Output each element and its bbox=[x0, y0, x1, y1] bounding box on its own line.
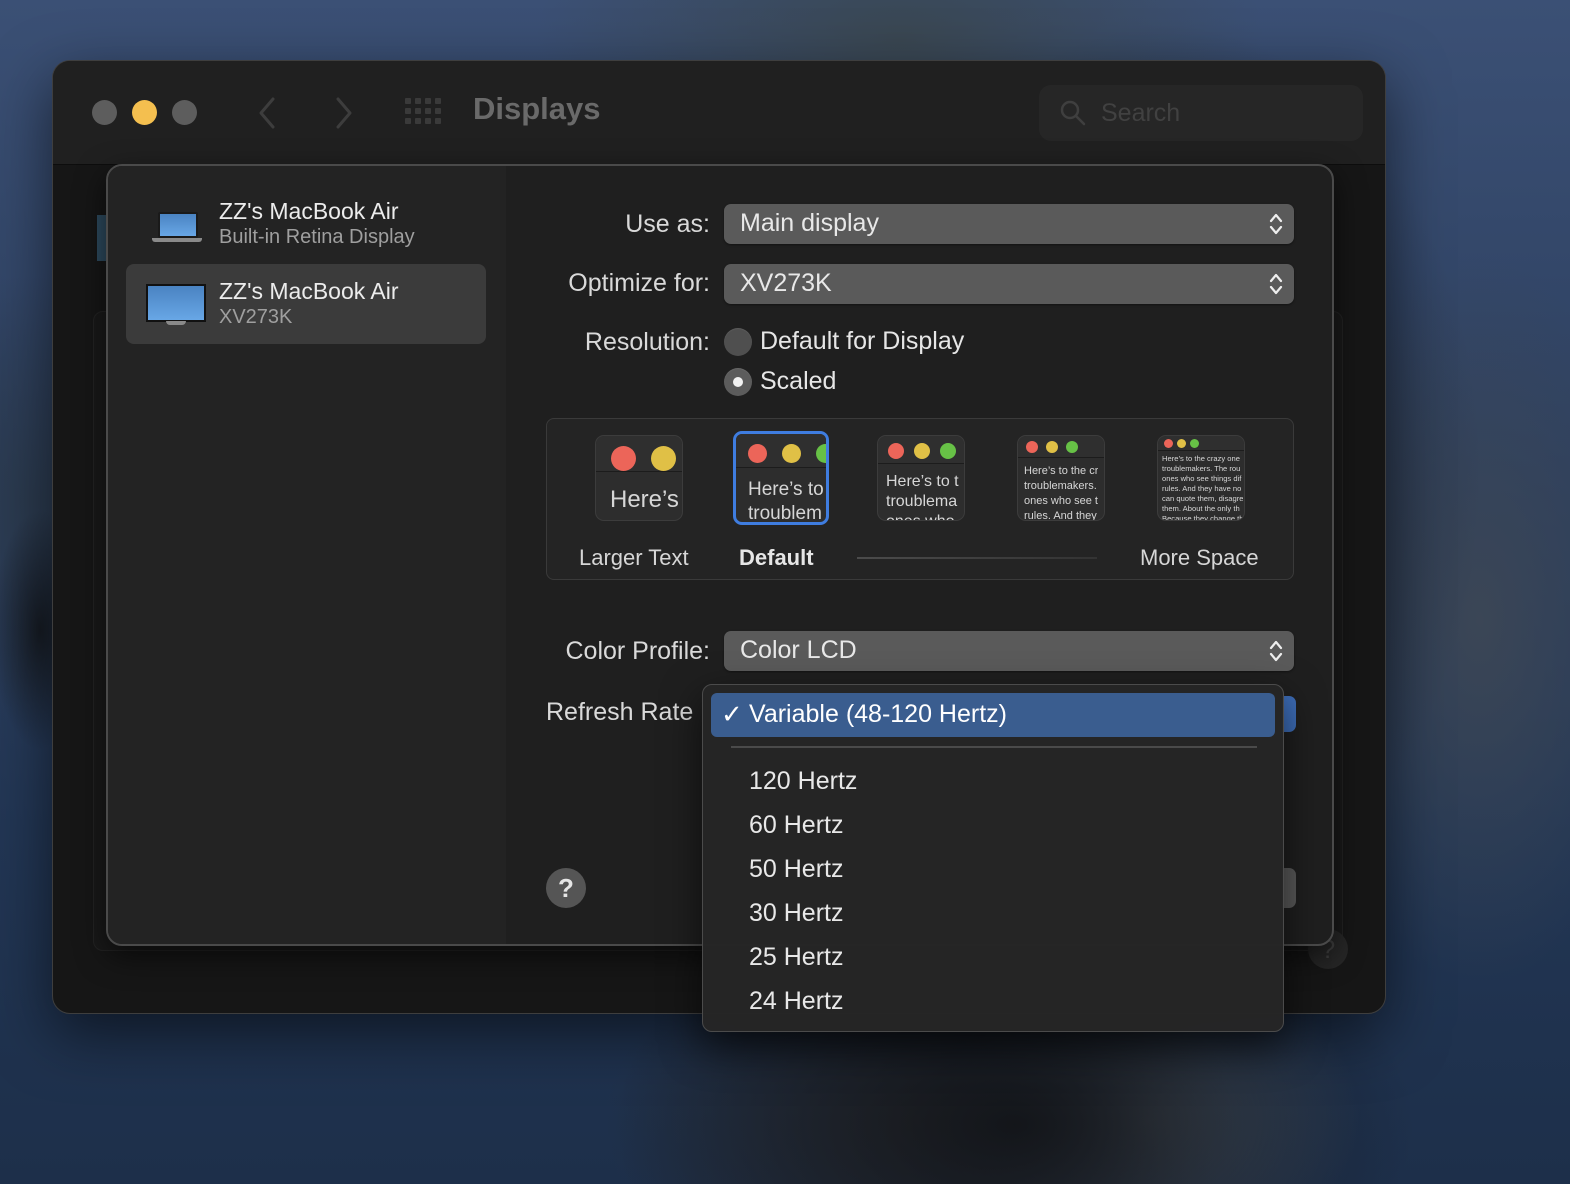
optimize-for-value: XV273K bbox=[740, 269, 832, 297]
refresh-rate-popup[interactable] bbox=[1282, 696, 1296, 732]
refresh-rate-option-label: 25 Hertz bbox=[749, 943, 844, 971]
scale-range-line bbox=[857, 557, 1097, 559]
scale-preview-text: Here’s to troublem bbox=[748, 479, 824, 524]
zoom-button[interactable] bbox=[172, 100, 197, 125]
scale-option-4[interactable]: Here’s to the cr troublemakers. ones who… bbox=[1017, 435, 1105, 521]
window-title: Displays bbox=[473, 91, 601, 126]
show-all-grid-icon[interactable] bbox=[405, 98, 443, 126]
scale-option-default[interactable]: Here’s to troublem bbox=[733, 431, 829, 525]
refresh-rate-option-label: 24 Hertz bbox=[749, 987, 844, 1015]
display-item-built-in[interactable]: ZZ's MacBook Air Built-in Retina Display bbox=[126, 184, 486, 264]
resolution-scaled-radio[interactable] bbox=[724, 368, 752, 396]
refresh-rate-option-label: 30 Hertz bbox=[749, 899, 844, 927]
optimize-for-popup[interactable]: XV273K bbox=[724, 264, 1294, 304]
grid-dot bbox=[415, 118, 421, 124]
grid-dot bbox=[405, 108, 411, 114]
minimize-button[interactable] bbox=[132, 100, 157, 125]
display-item-xv273k[interactable]: ZZ's MacBook Air XV273K bbox=[126, 264, 486, 344]
grid-dot bbox=[405, 118, 411, 124]
grid-dot bbox=[425, 108, 431, 114]
checkmark-icon: ✓ bbox=[721, 699, 743, 729]
grid-dot bbox=[415, 98, 421, 104]
display-name: ZZ's MacBook Air bbox=[219, 278, 399, 304]
refresh-rate-option[interactable]: 24 Hertz bbox=[711, 980, 1275, 1024]
grid-dot bbox=[415, 108, 421, 114]
grid-dot bbox=[405, 98, 411, 104]
resolution-default-radio[interactable] bbox=[724, 328, 752, 356]
grid-dot bbox=[425, 98, 431, 104]
search-field[interactable]: Search bbox=[1039, 85, 1363, 141]
up-down-chevron-icon bbox=[1269, 640, 1283, 662]
scale-label-larger-text: Larger Text bbox=[579, 545, 689, 570]
color-profile-value: Color LCD bbox=[740, 636, 857, 664]
help-button[interactable]: ? bbox=[546, 868, 586, 908]
scale-preview-text: Here’s to the crazy one troublemakers. T… bbox=[1162, 454, 1244, 521]
refresh-rate-option[interactable]: 120 Hertz bbox=[711, 760, 1275, 804]
use-as-label: Use as: bbox=[625, 210, 710, 238]
scale-preview-text: Here’s bbox=[610, 486, 679, 513]
close-button[interactable] bbox=[92, 100, 117, 125]
search-icon bbox=[1060, 100, 1086, 126]
monitor-icon bbox=[146, 284, 206, 326]
refresh-rate-option[interactable]: ✓ Variable (48-120 Hertz) bbox=[711, 693, 1275, 737]
color-profile-label: Color Profile: bbox=[565, 637, 711, 665]
hidden-button-edge[interactable] bbox=[1282, 868, 1296, 908]
scale-preview-text: Here’s to t troublema ones who bbox=[886, 473, 959, 520]
refresh-rate-option-label: 50 Hertz bbox=[749, 855, 844, 883]
color-profile-popup[interactable]: Color LCD bbox=[724, 631, 1294, 671]
resolution-label: Resolution: bbox=[584, 328, 710, 356]
refresh-rate-option-label: 60 Hertz bbox=[749, 811, 844, 839]
refresh-rate-option-label: Variable (48-120 Hertz) bbox=[749, 700, 1007, 728]
scale-option-3[interactable]: Here’s to t troublema ones who bbox=[877, 435, 965, 521]
refresh-rate-option[interactable]: 30 Hertz bbox=[711, 892, 1275, 936]
display-subtitle: XV273K bbox=[219, 306, 293, 328]
scale-option-larger-text[interactable]: Here’s bbox=[595, 435, 683, 521]
search-placeholder: Search bbox=[1101, 99, 1181, 127]
refresh-rate-menu: ✓ Variable (48-120 Hertz) 120 Hertz 60 Hert… bbox=[702, 684, 1284, 1032]
chevron-right-icon bbox=[336, 97, 352, 129]
refresh-rate-option[interactable]: 50 Hertz bbox=[711, 848, 1275, 892]
scaled-resolution-picker: Here’s Here’s to troublem Here’s to t tr… bbox=[546, 418, 1294, 580]
use-as-value: Main display bbox=[740, 209, 879, 237]
grid-dot bbox=[425, 118, 431, 124]
up-down-chevron-icon bbox=[1269, 273, 1283, 295]
refresh-rate-option[interactable]: 60 Hertz bbox=[711, 804, 1275, 848]
scale-label-more-space: More Space bbox=[1140, 545, 1259, 570]
resolution-default-label[interactable]: Default for Display bbox=[760, 327, 964, 356]
title-bar: Displays Search bbox=[53, 61, 1385, 165]
grid-dot bbox=[435, 108, 441, 114]
grid-dot bbox=[435, 98, 441, 104]
display-subtitle: Built-in Retina Display bbox=[219, 226, 415, 248]
use-as-popup[interactable]: Main display bbox=[724, 204, 1294, 244]
laptop-icon bbox=[152, 212, 202, 246]
display-name: ZZ's MacBook Air bbox=[219, 198, 399, 224]
menu-separator bbox=[731, 746, 1257, 748]
refresh-rate-option[interactable]: 25 Hertz bbox=[711, 936, 1275, 980]
chevron-left-icon bbox=[259, 97, 275, 129]
up-down-chevron-icon bbox=[1269, 213, 1283, 235]
resolution-scaled-label[interactable]: Scaled bbox=[760, 367, 836, 396]
display-list: ZZ's MacBook Air Built-in Retina Display… bbox=[108, 166, 506, 944]
scale-label-default: Default bbox=[739, 545, 814, 570]
forward-button[interactable] bbox=[323, 93, 363, 133]
scale-option-more-space[interactable]: Here’s to the crazy one troublemakers. T… bbox=[1157, 435, 1245, 521]
refresh-rate-option-label: 120 Hertz bbox=[749, 767, 858, 795]
back-button[interactable] bbox=[248, 93, 288, 133]
scale-preview-text: Here’s to the cr troublemakers. ones who… bbox=[1024, 465, 1099, 521]
optimize-for-label: Optimize for: bbox=[568, 269, 710, 297]
grid-dot bbox=[435, 118, 441, 124]
